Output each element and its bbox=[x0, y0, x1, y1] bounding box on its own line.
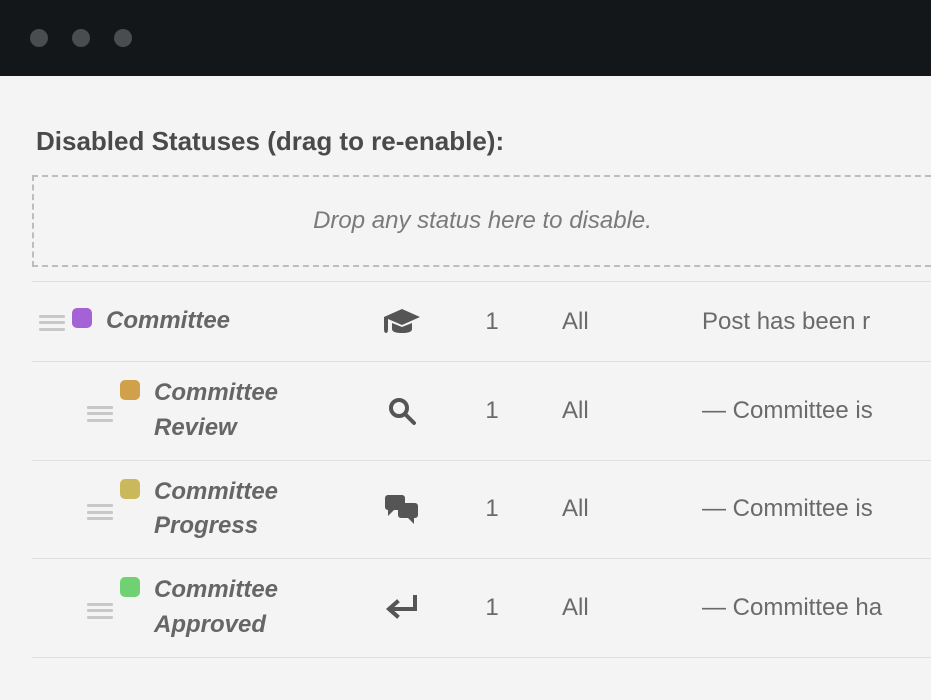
status-name: Committee Review bbox=[154, 376, 352, 446]
status-name-cell: Committee Approved bbox=[120, 573, 352, 643]
status-name: Committee Progress bbox=[154, 475, 352, 545]
status-list: Committee 1 All Post has been r Committe… bbox=[32, 281, 931, 658]
close-window-button[interactable] bbox=[30, 29, 48, 47]
maximize-window-button[interactable] bbox=[114, 29, 132, 47]
drag-handle[interactable] bbox=[32, 313, 72, 331]
status-count: 1 bbox=[452, 594, 532, 622]
status-color-swatch bbox=[120, 380, 140, 400]
status-color-swatch bbox=[120, 577, 140, 597]
window-titlebar bbox=[0, 0, 931, 76]
disable-drop-zone[interactable]: Drop any status here to disable. bbox=[32, 175, 931, 267]
content-area: Disabled Statuses (drag to re-enable): D… bbox=[0, 76, 931, 658]
status-scope: All bbox=[532, 594, 702, 622]
status-row[interactable]: Committee Review 1 All — Committee is bbox=[32, 361, 931, 460]
status-name-cell: Committee Review bbox=[120, 376, 352, 446]
status-count: 1 bbox=[452, 495, 532, 523]
graduation-cap-icon bbox=[352, 307, 452, 337]
drag-handle[interactable] bbox=[80, 498, 120, 520]
status-row[interactable]: Committee Approved 1 All — Committee ha bbox=[32, 558, 931, 658]
status-scope: All bbox=[532, 495, 702, 523]
drag-handle[interactable] bbox=[80, 400, 120, 422]
status-count: 1 bbox=[452, 397, 532, 425]
minimize-window-button[interactable] bbox=[72, 29, 90, 47]
status-scope: All bbox=[532, 308, 702, 336]
status-count: 1 bbox=[452, 308, 532, 336]
status-description: — Committee is bbox=[702, 397, 931, 425]
status-scope: All bbox=[532, 397, 702, 425]
status-color-swatch bbox=[72, 308, 92, 328]
status-row[interactable]: Committee Progress 1 All — Committee is bbox=[32, 460, 931, 559]
search-icon bbox=[352, 396, 452, 426]
status-description: — Committee ha bbox=[702, 594, 931, 622]
status-name: Committee bbox=[106, 304, 230, 339]
status-description: Post has been r bbox=[702, 308, 931, 336]
status-name: Committee Approved bbox=[154, 573, 352, 643]
status-color-swatch bbox=[120, 479, 140, 499]
drag-handle[interactable] bbox=[80, 597, 120, 619]
comments-icon bbox=[352, 494, 452, 524]
status-name-cell: Committee bbox=[72, 304, 352, 339]
return-icon bbox=[352, 595, 452, 621]
status-description: — Committee is bbox=[702, 495, 931, 523]
section-title: Disabled Statuses (drag to re-enable): bbox=[32, 126, 931, 157]
status-row[interactable]: Committee 1 All Post has been r bbox=[32, 281, 931, 361]
status-name-cell: Committee Progress bbox=[120, 475, 352, 545]
